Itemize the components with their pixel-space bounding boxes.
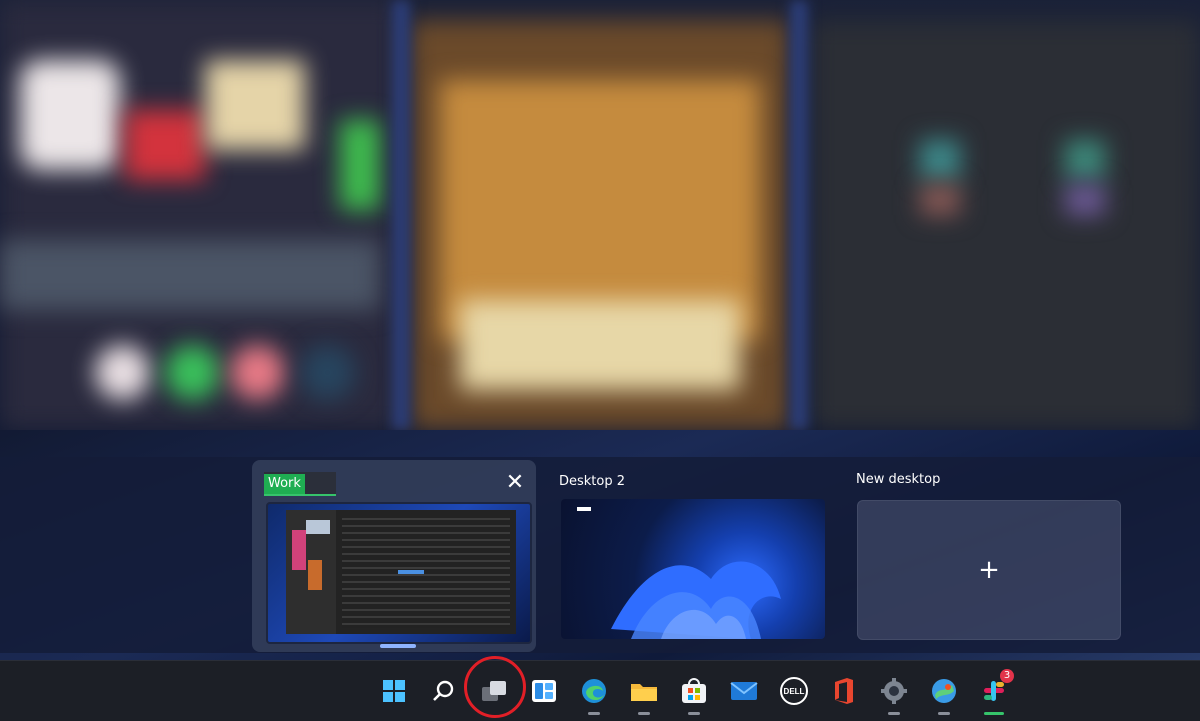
widgets-icon[interactable] [526, 673, 562, 709]
blurred-shape [300, 345, 355, 400]
close-desktop-button[interactable]: ✕ [504, 472, 526, 494]
active-desktop-indicator [380, 644, 416, 648]
preview-window [286, 510, 516, 634]
active-app-indicator [984, 712, 1004, 715]
desktop-name-work[interactable]: Work [264, 474, 305, 494]
new-desktop-button[interactable]: + [857, 500, 1121, 640]
running-indicator [588, 712, 600, 715]
running-indicator [888, 712, 900, 715]
blurred-shape [165, 345, 220, 400]
running-indicator [938, 712, 950, 715]
blurred-shape [205, 60, 305, 150]
blurred-shape [1065, 140, 1105, 180]
blurred-shape [460, 300, 740, 390]
preview-text-lines [342, 518, 510, 628]
running-indicator [638, 712, 650, 715]
blurred-shape [920, 140, 960, 180]
running-indicator [688, 712, 700, 715]
mail-icon[interactable] [726, 673, 762, 709]
blurred-shape [1065, 185, 1105, 215]
store-icon[interactable] [676, 673, 712, 715]
windows-bloom-wallpaper [611, 561, 781, 639]
folder-icon[interactable] [626, 673, 662, 715]
gear-icon[interactable] [876, 673, 912, 715]
blurred-shape [125, 110, 205, 180]
blurred-shape [340, 120, 380, 210]
highlight-circle-annotation [464, 656, 526, 718]
blurred-shape [920, 185, 960, 215]
desktop-preview-work[interactable] [266, 502, 532, 644]
windows-start-icon[interactable] [376, 673, 412, 709]
preview-highlight [398, 570, 424, 574]
taskbar: DELL 3 [0, 660, 1200, 721]
dell-logo-text: DELL [784, 687, 805, 696]
blurred-shape [20, 60, 120, 170]
blurred-shape [0, 240, 380, 310]
preview-block [308, 560, 322, 590]
window-divider [790, 0, 808, 430]
blurred-shape [230, 345, 285, 400]
search-icon[interactable] [426, 673, 462, 709]
dell-icon[interactable]: DELL [776, 673, 812, 709]
background-window-3 [810, 20, 1200, 430]
desktop-name-desktop-2[interactable]: Desktop 2 [559, 474, 625, 489]
plus-icon: + [978, 555, 1000, 585]
maps-icon[interactable] [926, 673, 962, 715]
desktop-rename-field[interactable]: Work [264, 472, 336, 496]
preview-block [292, 530, 306, 570]
window-divider [392, 0, 410, 430]
notification-badge: 3 [1000, 669, 1014, 683]
preview-block [306, 520, 330, 534]
preview-bar [577, 507, 591, 511]
blurred-shape [95, 345, 150, 400]
desktop-preview-desktop-2[interactable] [561, 499, 825, 639]
edge-icon[interactable] [576, 673, 612, 715]
slack-icon[interactable]: 3 [976, 669, 1014, 715]
blurred-windows-backdrop [0, 0, 1200, 430]
office-icon[interactable] [826, 673, 862, 709]
desktop-card-work[interactable]: Work ✕ [252, 460, 536, 652]
new-desktop-label[interactable]: New desktop [856, 472, 940, 487]
